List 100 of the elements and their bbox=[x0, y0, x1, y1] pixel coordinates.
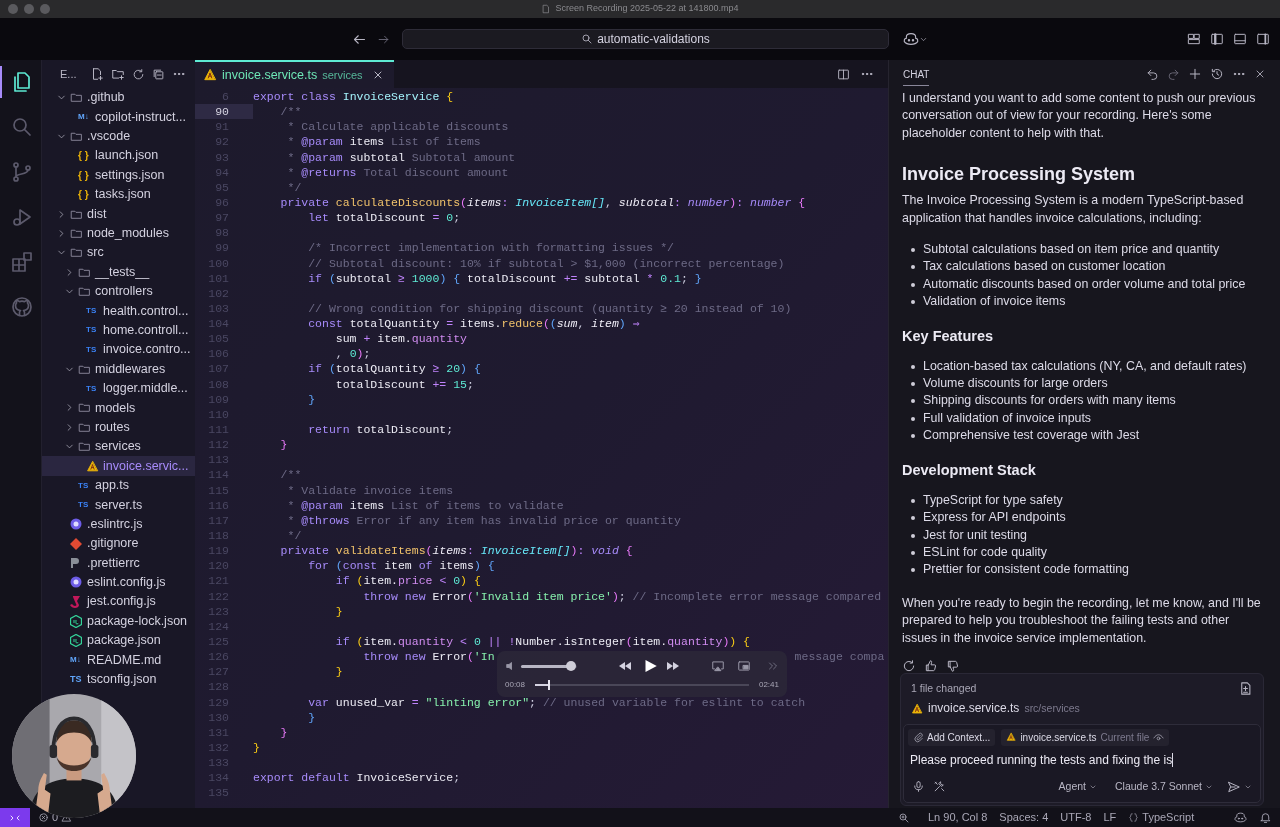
code-line: throw new Error('Invalid item price'); // Incomplete error message compared bbox=[362, 588, 882, 605]
bullet-icon bbox=[911, 516, 915, 521]
chat-heading: Development Stack bbox=[902, 460, 1037, 480]
tree-item[interactable]: TS server.ts bbox=[42, 495, 195, 515]
code-line: } bbox=[334, 664, 343, 681]
tree-item[interactable]: TS health.control... bbox=[42, 301, 195, 321]
diamond-icon bbox=[70, 537, 82, 550]
editor-tab[interactable]: invoice.service.ts services bbox=[195, 60, 394, 88]
undo-icon[interactable] bbox=[1146, 67, 1159, 81]
tree-item[interactable]: package.json bbox=[42, 630, 195, 651]
tree-item[interactable]: middlewares bbox=[42, 359, 195, 379]
ts-file-icon: TS bbox=[70, 672, 86, 687]
code-line: * @throws Error if any item has invalid price or quantity bbox=[286, 512, 681, 529]
cursor-position[interactable]: Ln 90, Col 8 bbox=[928, 809, 988, 826]
tree-item[interactable]: .gitignore bbox=[42, 534, 195, 554]
chat-paragraph: I understand you want to add some content to push our previous conversation out of view for your recording. Here's some placeholder content to help with that. bbox=[902, 90, 1257, 142]
thumbs-down-icon[interactable] bbox=[946, 658, 960, 673]
code-line: */ bbox=[286, 179, 302, 196]
tree-item[interactable]: { } launch.json bbox=[42, 146, 195, 166]
elapsed-time: 00:08 bbox=[505, 679, 526, 691]
tree-item[interactable]: .prettierrc bbox=[42, 553, 195, 573]
tree-item[interactable]: jest.config.js bbox=[42, 592, 195, 612]
mode-dropdown[interactable]: Agent bbox=[1058, 778, 1097, 796]
tree-item[interactable]: TS invoice.contro... bbox=[42, 340, 195, 360]
zoom-icon[interactable] bbox=[898, 811, 910, 824]
circle-icon bbox=[70, 576, 82, 589]
tree-item[interactable]: eslint.config.js bbox=[42, 572, 195, 593]
tree-item[interactable]: TS tsconfig.json bbox=[42, 669, 195, 690]
tree-item[interactable]: TS home.controll... bbox=[42, 320, 195, 341]
sidebar-toggle-icon[interactable] bbox=[1210, 32, 1224, 46]
tree-item[interactable]: .vscode bbox=[42, 126, 195, 147]
code-line: * Validate invoice items bbox=[286, 482, 454, 499]
add-context-button[interactable]: Add Context... bbox=[908, 728, 996, 746]
context-file-chip[interactable]: invoice.service.ts Current file bbox=[1001, 728, 1170, 746]
code-line: private calculateDiscounts(items: InvoiceItem[], subtotal: number): number { bbox=[279, 194, 806, 211]
progress-handle[interactable] bbox=[547, 680, 550, 690]
tree-item[interactable]: .eslintrc.js bbox=[42, 514, 195, 534]
tree-item[interactable]: TS app.ts bbox=[42, 475, 195, 496]
chat-tab[interactable]: CHAT bbox=[903, 62, 930, 86]
secondary-sidebar-icon[interactable] bbox=[1256, 32, 1270, 46]
tree-item[interactable]: node_modules bbox=[42, 223, 195, 244]
tree-item[interactable]: dist bbox=[42, 204, 195, 224]
model-dropdown[interactable]: Claude 3.7 Sonnet bbox=[1115, 778, 1213, 796]
changed-file[interactable]: invoice.service.ts src/services bbox=[901, 697, 1263, 721]
json-file-icon: { } bbox=[78, 187, 94, 203]
copilot-icon[interactable] bbox=[1234, 811, 1247, 824]
tools-icon[interactable] bbox=[933, 780, 946, 794]
line-ending[interactable]: LF bbox=[1103, 809, 1117, 826]
list-item: Automatic discounts based on order volume and total price bbox=[923, 275, 1246, 293]
thumbs-up-icon[interactable] bbox=[924, 658, 938, 673]
encoding[interactable]: UTF-8 bbox=[1060, 809, 1092, 826]
tree-item[interactable]: { } tasks.json bbox=[42, 184, 195, 205]
retry-icon[interactable] bbox=[902, 658, 916, 673]
document-plus-icon[interactable] bbox=[1238, 681, 1253, 697]
tree-item[interactable]: models bbox=[42, 398, 195, 418]
tree-item[interactable]: controllers bbox=[42, 281, 195, 302]
ts-file-icon: TS bbox=[86, 382, 102, 395]
tree-item[interactable]: { } settings.json bbox=[42, 165, 195, 185]
new-folder-icon[interactable] bbox=[110, 67, 125, 81]
tree-item[interactable]: src bbox=[42, 243, 195, 263]
copilot-icon[interactable] bbox=[903, 31, 919, 47]
redo-icon[interactable] bbox=[1167, 67, 1180, 81]
duration: 02:41 bbox=[758, 679, 779, 691]
microphone-icon[interactable] bbox=[912, 780, 925, 794]
command-center[interactable]: automatic-validations bbox=[402, 29, 889, 49]
code-line: private validateItems(items: InvoiceItem[]): void { bbox=[279, 543, 633, 560]
history-icon[interactable] bbox=[1210, 67, 1224, 81]
eye-icon[interactable] bbox=[1153, 731, 1165, 743]
tree-item[interactable]: invoice.servic... bbox=[42, 456, 195, 476]
tree-item[interactable]: TS logger.middle... bbox=[42, 378, 195, 399]
tree-item[interactable]: services bbox=[42, 437, 195, 457]
tree-item[interactable]: package-lock.json bbox=[42, 611, 195, 631]
code-line: if (totalQuantity ≥ 20) { bbox=[307, 361, 481, 378]
chat-heading: Key Features bbox=[902, 326, 995, 346]
plus-icon[interactable] bbox=[1188, 67, 1202, 81]
tree-item[interactable]: .github bbox=[42, 88, 195, 108]
layout-icon[interactable] bbox=[1187, 32, 1201, 46]
language-mode[interactable]: TypeScript bbox=[1128, 809, 1195, 826]
window-title: Screen Recording 2025-05-22 at 141800.mp4 bbox=[555, 2, 739, 16]
refresh-icon[interactable] bbox=[131, 67, 145, 81]
panel-toggle-icon[interactable] bbox=[1233, 32, 1247, 46]
tree-item[interactable]: routes bbox=[42, 417, 195, 438]
volume-thumb[interactable] bbox=[566, 660, 577, 671]
tree-item[interactable]: M↓ copilot-instruct... bbox=[42, 107, 195, 127]
ts-file-icon: TS bbox=[78, 479, 94, 492]
chat-input[interactable]: Please proceed running the tests and fixing the is bbox=[908, 751, 1256, 770]
code-line: */ bbox=[286, 528, 302, 545]
code-line: /** bbox=[279, 467, 302, 484]
close-icon[interactable] bbox=[1254, 68, 1266, 80]
picture-in-picture-icon[interactable] bbox=[737, 659, 751, 673]
airplay-icon[interactable] bbox=[711, 659, 725, 673]
notification-icon[interactable] bbox=[1259, 811, 1272, 824]
tree-item[interactable]: __tests__ bbox=[42, 262, 195, 282]
bullet-icon bbox=[911, 382, 915, 387]
collapse-all-icon[interactable] bbox=[151, 67, 165, 81]
send-icon[interactable] bbox=[1227, 779, 1241, 794]
tree-item[interactable]: M↓ README.md bbox=[42, 650, 195, 670]
split-editor-icon[interactable] bbox=[837, 67, 850, 81]
chat-paragraph: The Invoice Processing System is a modern TypeScript-based application that handles invoice calculations, including: bbox=[902, 192, 1245, 227]
indentation[interactable]: Spaces: 4 bbox=[999, 809, 1049, 826]
